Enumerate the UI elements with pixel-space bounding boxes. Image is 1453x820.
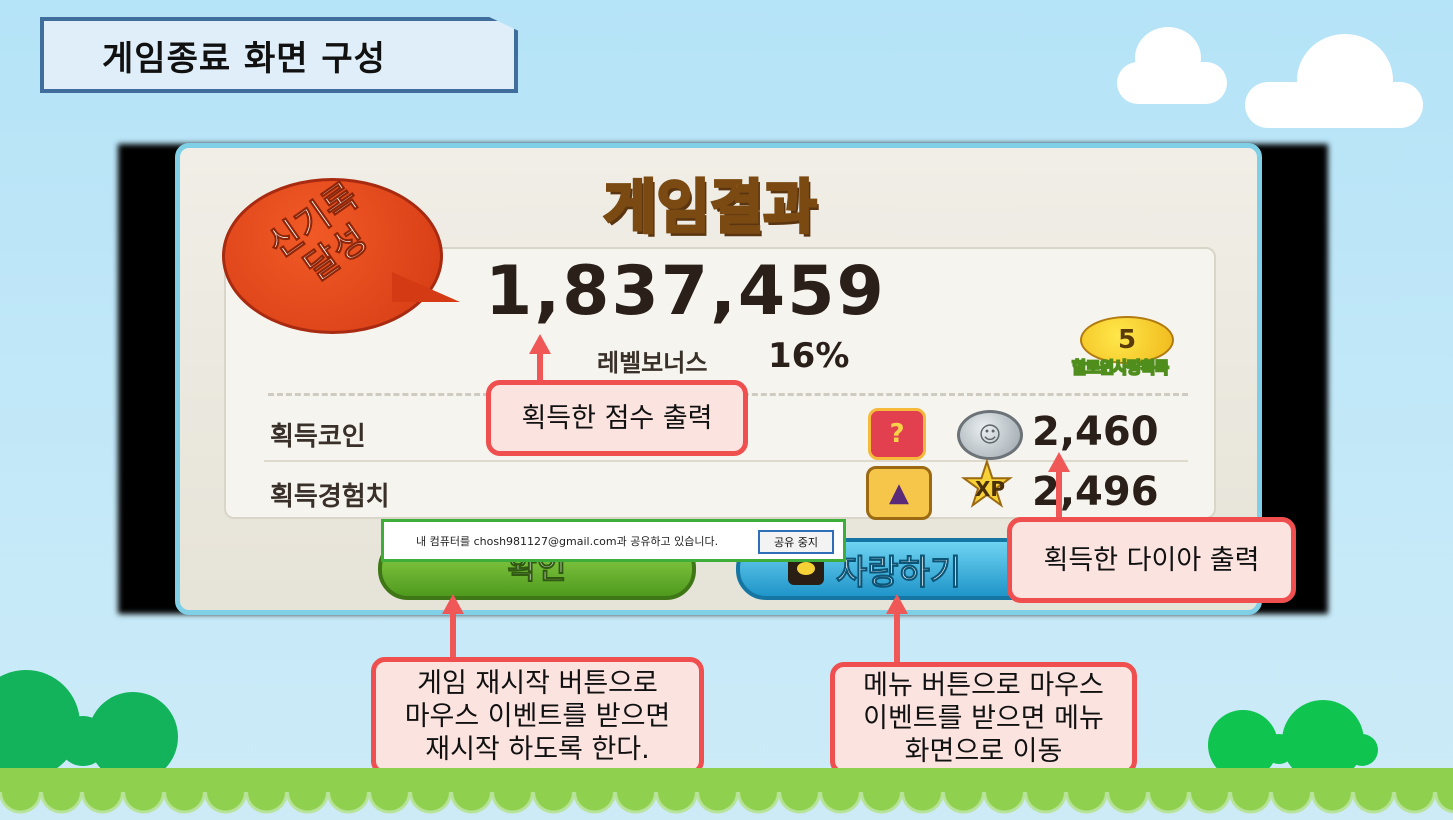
coin-row-value: 2,460 [1032,409,1159,455]
share-message: 내 컴퓨터를 chosh981127@gmail.com과 공유하고 있습니다. [416,534,719,548]
score-value: 1,837,459 [485,252,886,331]
arrow-up-icon [886,594,908,614]
arrow-up-icon [442,594,464,614]
exp-row-label: 획득경험치 [270,482,390,512]
callout-connector [537,352,543,382]
callout-connector [1056,470,1062,520]
stop-sharing-button[interactable]: 공유 중지 [758,530,834,554]
callout-menu: 메뉴 버튼으로 마우스 이벤트를 받으면 메뉴 화면으로 이동 [830,662,1137,775]
cloud-icon [1117,22,1227,104]
witch-hat-icon: ▲ [866,466,932,520]
grass-edge [0,792,1453,820]
callout-connector [894,612,900,664]
callout-restart: 게임 재시작 버튼으로 마우스 이벤트를 받으면 재시작 하도록 한다. [371,657,704,775]
slide-title: 게임종료 화면 구성 [102,38,386,79]
bush-icon [1346,734,1378,766]
callout-connector [450,612,456,660]
level-bonus-label: 레벨보너스 [597,349,708,377]
callout-diamond: 획득한 다이아 출력 [1007,517,1296,603]
bush-icon [58,716,108,766]
callout-score: 획득한 점수 출력 [486,380,748,456]
bush-icon [1264,734,1294,764]
chest-icon: ? [868,408,926,460]
slide-title-box: 게임종료 화면 구성 [40,17,518,93]
new-record-bubble-tail [392,272,460,302]
level-bonus-value: 16% [768,336,850,376]
exp-row-value: 2,496 [1032,469,1159,515]
screen-share-bar: 내 컴퓨터를 chosh981127@gmail.com과 공유하고 있습니다.… [381,519,846,562]
brag-button-label: 자랑하기 [835,552,962,593]
result-title: 게임결과 [602,172,818,243]
arrow-up-icon [1048,452,1070,472]
coin-row-label: 획득코인 [270,422,366,452]
candy-caption: 할로윈사탕획득 [1071,357,1170,378]
arrow-up-icon [529,334,551,354]
candy-count: 5 [1117,325,1137,355]
cloud-icon [1245,34,1423,128]
xp-star-icon: XP [958,450,1022,520]
